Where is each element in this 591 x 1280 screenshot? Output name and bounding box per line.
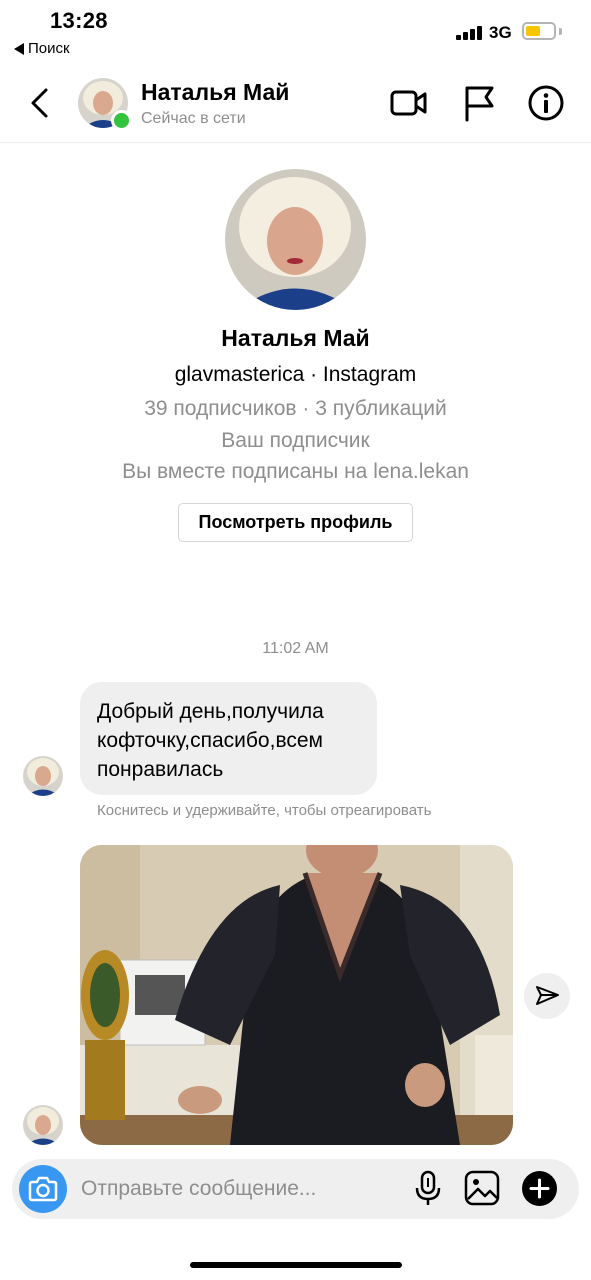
message-line: понравилась [97,758,224,781]
video-call-icon[interactable] [389,84,427,122]
message-input[interactable]: Отправьте сообщение... [81,1177,316,1201]
back-chevron-icon[interactable] [28,86,52,120]
message-timestamp: 11:02 AM [262,640,329,657]
home-indicator[interactable] [190,1262,402,1268]
camera-icon [28,1176,58,1202]
back-app-label: Поиск [28,40,70,57]
profile-stats: 39 подписчиков · 3 публикаций [144,397,447,420]
message-bubble[interactable]: Добрый день,получила кофточку,спасибо,вс… [80,682,377,795]
network-type: 3G [489,23,512,42]
message-line: кофточку,спасибо,всем [97,729,323,752]
plus-icon [529,1178,550,1199]
share-button[interactable] [524,973,570,1019]
gallery-icon[interactable] [463,1169,501,1207]
follows-you-label: Ваш подписчик [221,429,370,452]
microphone-icon[interactable] [409,1169,447,1207]
header-divider [0,142,591,143]
sender-avatar[interactable] [23,1105,63,1145]
camera-button[interactable] [19,1165,67,1213]
cellular-signal-icon [456,26,482,40]
back-triangle-icon [14,42,24,55]
contact-status: Сейчас в сети [141,110,246,127]
profile-avatar[interactable] [225,169,366,310]
react-hint: Коснитесь и удерживайте, чтобы отреагиро… [97,802,432,819]
view-profile-button[interactable]: Посмотреть профиль [178,503,413,542]
message-line: Добрый день,получила [97,700,324,723]
online-indicator [111,110,132,131]
photo-message[interactable] [80,845,513,1145]
status-time: 13:28 [50,8,108,33]
battery-level [526,26,540,36]
profile-handle: glavmasterica · Instagram [174,363,417,386]
flag-icon[interactable] [460,84,498,122]
send-icon [536,986,559,1005]
battery-cap [559,28,562,35]
info-icon[interactable] [527,84,565,122]
sender-avatar[interactable] [23,756,63,796]
profile-name: Наталья Май [221,325,370,351]
add-button[interactable] [522,1171,557,1206]
back-to-app-link[interactable]: Поиск [14,40,70,57]
battery-icon [522,22,556,40]
mutual-follow-label: Вы вместе подписаны на lena.lekan [122,460,469,483]
contact-name[interactable]: Наталья Май [141,79,289,106]
